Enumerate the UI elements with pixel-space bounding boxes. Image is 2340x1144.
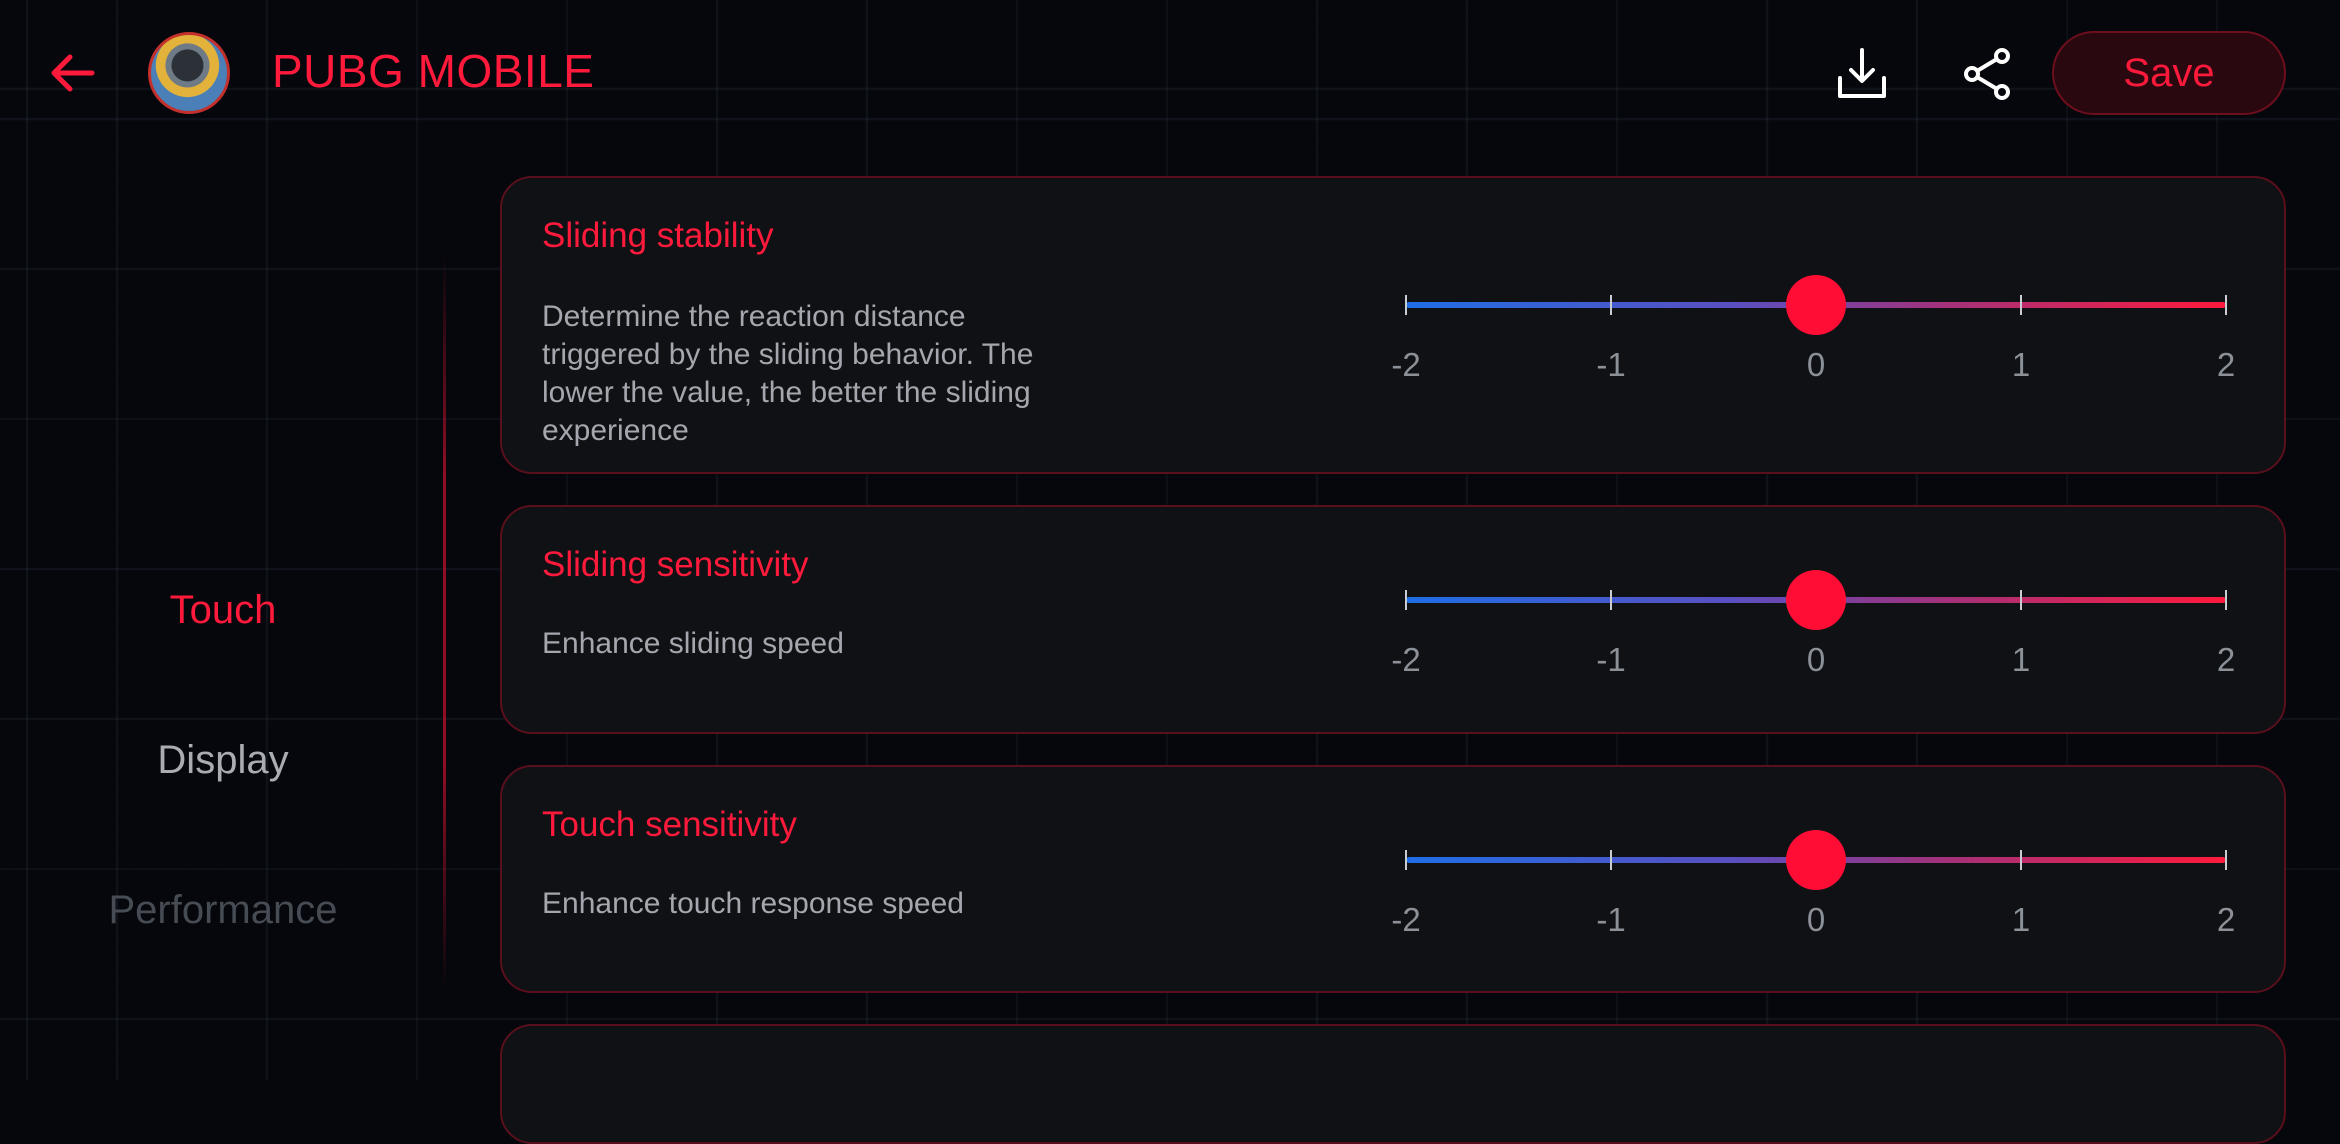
sliding-stability-slider[interactable]: -2 -1 0 1 2 [1391,268,2244,388]
card-title: Touch sensitivity [542,805,797,844]
slider-tick-label: -2 [1391,901,1421,938]
slider-tick-label: -1 [1596,346,1626,383]
slider-tick-label: 2 [2216,901,2236,938]
card-description: Enhance sliding speed [542,627,844,660]
slider-tick [1610,295,1612,315]
touch-sensitivity-card: Touch sensitivity Enhance touch response… [500,765,2286,993]
slider-thumb[interactable] [1786,830,1846,890]
slider-tick-label: -1 [1596,641,1626,678]
sliding-stability-card: Sliding stability Determine the reaction… [500,176,2286,474]
slider-tick-label: 1 [2011,346,2031,383]
slider-tick [1405,850,1407,870]
partial-card [500,1024,2286,1144]
sliding-sensitivity-slider[interactable]: -2 -1 0 1 2 [1391,563,2244,683]
slider-tick [1405,295,1407,315]
slider-tick-label: -2 [1391,346,1421,383]
save-button[interactable]: Save [2052,31,2286,115]
card-description: Enhance touch response speed [542,887,964,920]
card-description: Determine the reaction distance triggere… [542,300,1034,447]
slider-thumb[interactable] [1786,570,1846,630]
slider-tick [1405,590,1407,610]
slider-tick [2225,295,2227,315]
slider-tick-label: 0 [1806,901,1826,938]
slider-tick-label: 0 [1806,346,1826,383]
slider-tick-label: -1 [1596,901,1626,938]
slider-tick-label: 0 [1806,641,1826,678]
sliding-sensitivity-card: Sliding sensitivity Enhance sliding spee… [500,505,2286,734]
app-icon [148,32,230,114]
tab-performance[interactable]: Performance [0,888,446,933]
slider-tick [2020,295,2022,315]
touch-sensitivity-slider[interactable]: -2 -1 0 1 2 [1391,823,2244,943]
slider-tick [2020,850,2022,870]
back-arrow-icon[interactable] [40,40,106,106]
slider-thumb[interactable] [1786,275,1846,335]
download-icon[interactable] [1832,44,1892,104]
card-title: Sliding stability [542,216,774,255]
slider-tick-label: 2 [2216,641,2236,678]
app-title: PUBG MOBILE [272,45,595,97]
slider-tick-label: 1 [2011,641,2031,678]
slider-tick [1610,850,1612,870]
slider-tick [1610,590,1612,610]
tab-display[interactable]: Display [0,738,446,783]
slider-tick [2020,590,2022,610]
slider-tick-label: 1 [2011,901,2031,938]
share-icon[interactable] [1958,44,2018,104]
slider-tick-label: -2 [1391,641,1421,678]
card-title: Sliding sensitivity [542,545,809,584]
slider-tick [2225,850,2227,870]
slider-tick [2225,590,2227,610]
slider-tick-label: 2 [2216,346,2236,383]
tab-touch[interactable]: Touch [0,588,446,633]
